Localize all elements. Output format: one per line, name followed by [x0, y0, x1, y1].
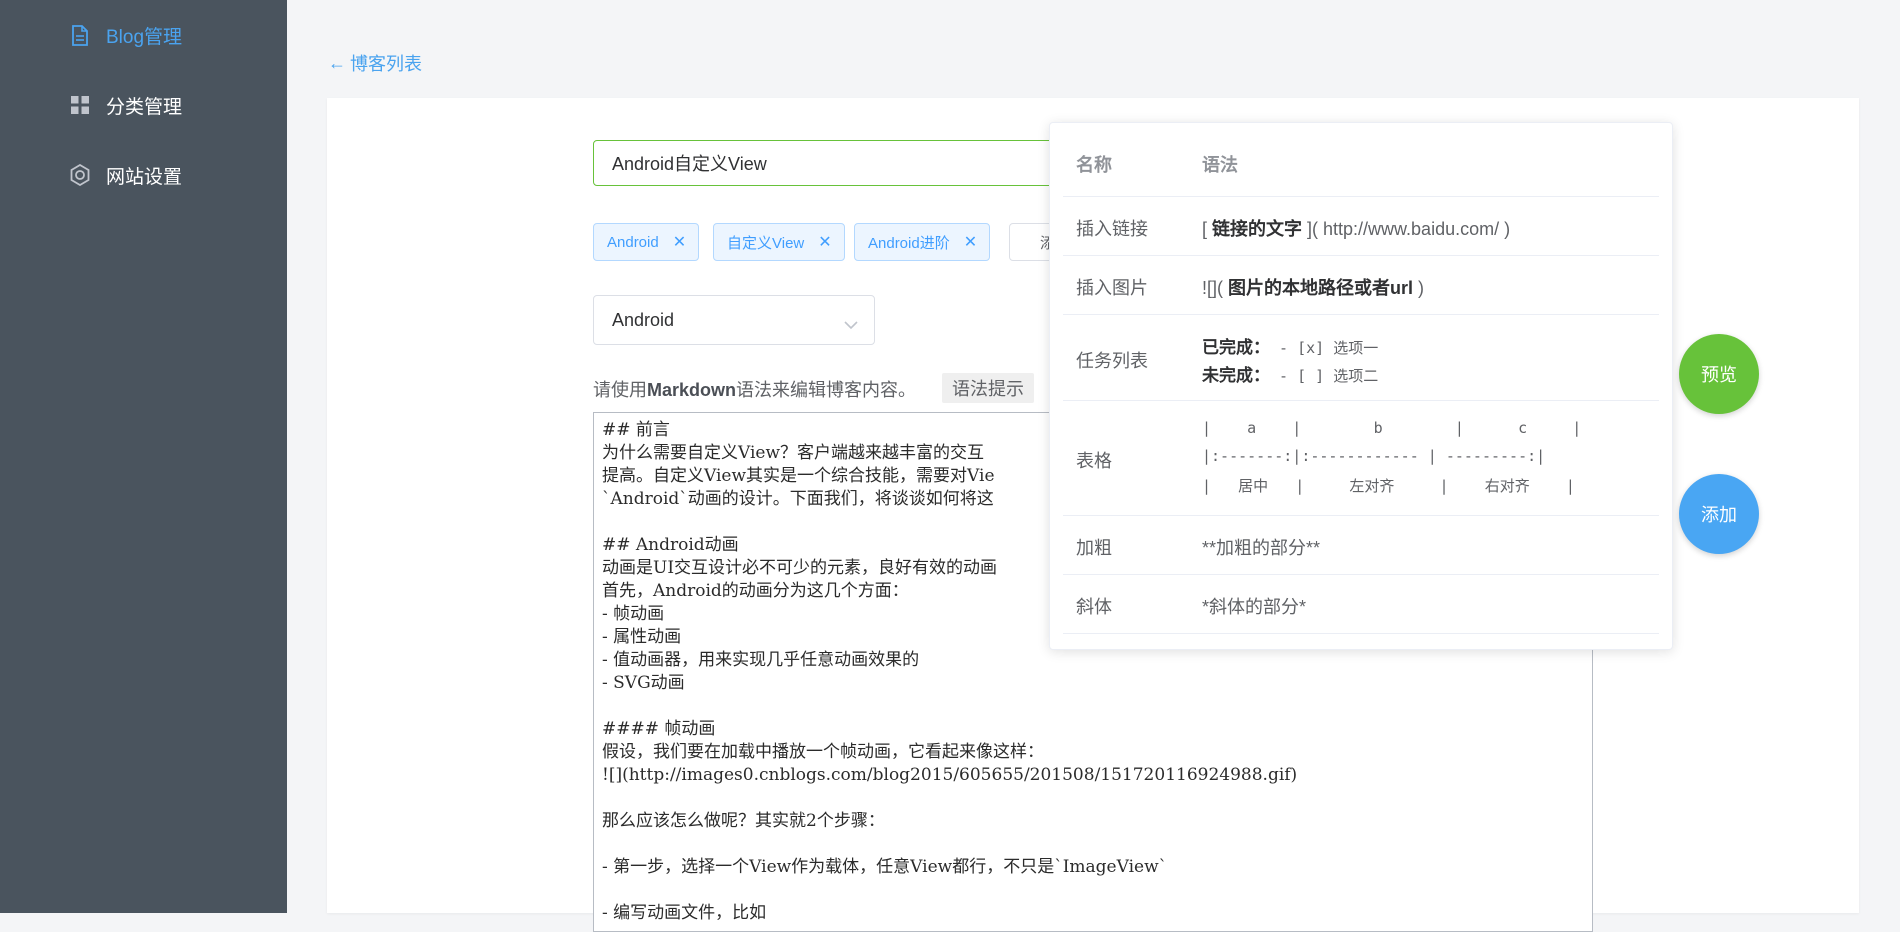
hint-suffix: 语法来编辑博客内容。 [736, 380, 917, 400]
syntax-name: 斜体 [1076, 597, 1112, 617]
syntax-value: ![]( 图片的本地路径或者url ) [1202, 274, 1424, 300]
category-value: Android [612, 309, 675, 330]
task-done-value: - [x] 选项一 [1270, 339, 1379, 357]
close-icon[interactable]: ✕ [818, 232, 831, 252]
preview-button[interactable]: 预览 [1679, 334, 1759, 414]
arrow-left-icon: ← [328, 52, 346, 73]
syntax-bold: 图片的本地路径或者url [1228, 278, 1414, 298]
editor-line: ![](http://images0.cnblogs.com/blog2015/… [602, 765, 1298, 785]
sidebar-item-label: 分类管理 [106, 96, 183, 118]
syntax-row-task: 任务列表 已完成： - [x] 选项一 未完成： - [ ] 选项二 [1063, 315, 1659, 401]
tag-label: Android进阶 [868, 234, 950, 252]
syntax-value: *斜体的部分* [1202, 597, 1307, 617]
editor-line: - 值动画器，用来实现几乎任意动画效果的 [602, 650, 920, 670]
editor-line: - 第一步，选择一个View作为载体，任意View都行，不只是`ImageVie… [602, 857, 1168, 877]
markdown-hint: 请使用Markdown语法来编辑博客内容。 [593, 376, 916, 402]
syntax-open: [ [1202, 219, 1213, 239]
syntax-row-bold: 加粗 **加粗的部分** [1063, 516, 1659, 575]
syntax-hint-label: 语法提示 [952, 379, 1024, 399]
syntax-rest: ) [1413, 278, 1425, 298]
syntax-value: **加粗的部分** [1202, 538, 1321, 558]
sidebar: Blog管理 分类管理 网站设置 [0, 0, 287, 913]
syntax-popover: 名称 语法 插入链接 [ 链接的文字 ]( http://www.baidu.c… [1049, 122, 1673, 650]
syntax-open: ![]( [1202, 278, 1228, 298]
syntax-hint-button[interactable]: 语法提示 [942, 373, 1034, 403]
tag-android-advanced: Android进阶 ✕ [854, 223, 991, 261]
chevron-down-icon [844, 314, 858, 335]
task-todo-line: 未完成： - [ ] 选项二 [1202, 361, 1378, 386]
syntax-row-image: 插入图片 ![]( 图片的本地路径或者url ) [1063, 256, 1659, 315]
hint-prefix: 请使用 [593, 380, 647, 400]
tag-android: Android ✕ [593, 223, 700, 261]
sidebar-item-label: Blog管理 [106, 26, 183, 48]
syntax-bold: 链接的文字 [1212, 219, 1303, 239]
sidebar-item-blog[interactable]: Blog管理 [68, 20, 182, 50]
syntax-row-link: 插入链接 [ 链接的文字 ]( http://www.baidu.com/ ) [1063, 197, 1659, 256]
editor-line: 假设，我们要在加载中播放一个帧动画，它看起来像这样： [602, 742, 1044, 762]
tag-label: Android [607, 233, 659, 251]
editor-line: - SVG动画 [602, 673, 685, 693]
syntax-name: 任务列表 [1076, 351, 1148, 371]
task-todo-value: - [ ] 选项二 [1270, 367, 1379, 385]
task-done-label: 已完成： [1202, 338, 1270, 357]
syntax-row-italic: 斜体 *斜体的部分* [1063, 575, 1659, 634]
syntax-value: [ 链接的文字 ]( http://www.baidu.com/ ) [1202, 215, 1510, 241]
add-button[interactable]: 添加 [1679, 474, 1759, 554]
syntax-row-table: 表格 | a | b | c | |:-------:|:-----------… [1063, 401, 1659, 516]
sidebar-item-settings[interactable]: 网站设置 [68, 160, 182, 190]
task-todo-label: 未完成： [1202, 366, 1270, 385]
col-syntax-header: 语法 [1202, 155, 1238, 175]
back-to-blog-list-link[interactable]: ← 博客列表 [328, 50, 422, 76]
syntax-rest: ]( http://www.baidu.com/ ) [1302, 219, 1511, 239]
syntax-name: 插入图片 [1076, 278, 1148, 298]
table-line-3: | 居中 | 左对齐 | 右对齐 | [1202, 477, 1575, 495]
category-select[interactable]: Android [593, 295, 875, 345]
close-icon[interactable]: ✕ [964, 232, 977, 252]
editor-line: 那么应该怎么做呢？其实就2个步骤： [602, 811, 885, 831]
syntax-name: 加粗 [1076, 538, 1112, 558]
sidebar-item-category[interactable]: 分类管理 [68, 90, 182, 120]
document-icon [68, 23, 92, 47]
hint-bold: Markdown [647, 380, 737, 400]
syntax-name: 插入链接 [1076, 219, 1148, 239]
tag-label: 自定义View [727, 234, 805, 252]
task-done-line: 已完成： - [x] 选项一 [1202, 333, 1378, 358]
syntax-name: 表格 [1076, 451, 1112, 471]
add-label: 添加 [1701, 505, 1737, 525]
table-line-2: |:-------:|:------------ | ---------:| [1202, 447, 1546, 465]
back-link-label: 博客列表 [350, 54, 422, 74]
col-name-header: 名称 [1076, 155, 1112, 175]
close-icon[interactable]: ✕ [673, 232, 686, 252]
preview-label: 预览 [1701, 365, 1737, 385]
editor-line: #### 帧动画 [602, 719, 716, 739]
grid-icon [68, 93, 92, 117]
sidebar-item-label: 网站设置 [106, 166, 183, 188]
editor-line: - 编写动画文件，比如 [602, 903, 767, 923]
table-line-1: | a | b | c | [1202, 419, 1582, 437]
syntax-header-row: 名称 语法 [1063, 123, 1659, 197]
gear-icon [68, 163, 92, 187]
tag-custom-view: 自定义View ✕ [713, 223, 845, 261]
